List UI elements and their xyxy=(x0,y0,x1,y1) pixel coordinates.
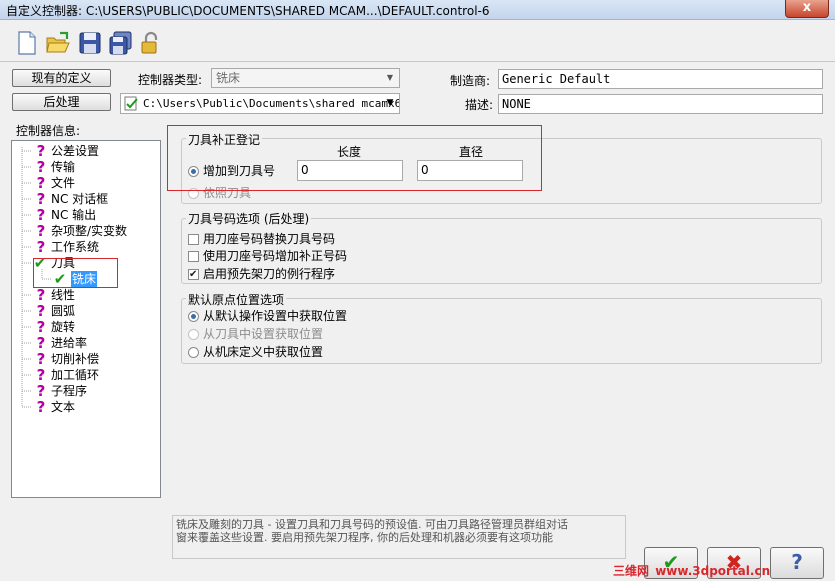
tree-item-transfer[interactable]: ? 传输 xyxy=(34,159,75,175)
controller-type-label: 控制器类型: xyxy=(138,73,203,87)
controller-info-tree[interactable]: ? 公差设置 ? 传输 ? 文件 ? NC 对话框 ? NC 输出 ? 杂项整/实变数 ? 工… xyxy=(11,140,161,498)
close-button[interactable]: x xyxy=(785,0,829,18)
title-bar: 自定义控制器: C:\USERS\PUBLIC\DOCUMENTS\SHARED… xyxy=(0,0,835,20)
tree-item-cutter-comp[interactable]: ? 切削补偿 xyxy=(34,351,99,367)
manufacturer-field[interactable]: Generic Default xyxy=(498,69,823,89)
window-title: 自定义控制器: C:\USERS\PUBLIC\DOCUMENTS\SHARED… xyxy=(6,4,490,18)
tree-item-subprogram[interactable]: ? 子程序 xyxy=(34,383,87,399)
home-from-machine-radio[interactable]: 从机床定义中获取位置 xyxy=(188,344,323,360)
watermark-cn: 三维网 xyxy=(613,564,650,578)
tree-item-nc-dialog[interactable]: ? NC 对话框 xyxy=(34,190,109,208)
post-processor-button[interactable]: 后处理 xyxy=(12,93,111,111)
tree-item-arc[interactable]: ? 圆弧 xyxy=(34,303,75,319)
pre-stage-tool-checkbox[interactable]: 启用预先架刀的例行程序 xyxy=(188,266,335,283)
question-icon: ? xyxy=(36,174,46,192)
existing-definitions-button[interactable]: 现有的定义 xyxy=(12,69,111,87)
question-icon: ? xyxy=(36,238,46,256)
replace-tool-number-checkbox[interactable]: 用刀座号码替换刀具号码 xyxy=(188,231,335,247)
description-label: 描述: xyxy=(465,98,494,112)
tree-item-linear[interactable]: ? 线性 xyxy=(34,287,75,303)
radio-icon xyxy=(188,311,199,322)
post-file-check-icon xyxy=(124,96,138,111)
question-icon: ? xyxy=(36,318,46,336)
tree-item-rotary[interactable]: ? 旋转 xyxy=(34,319,75,335)
help-text-box: 铣床及雕刻的刀具 - 设置刀具和刀具号码的预设值. 可由刀具路径管理员群组对话 … xyxy=(172,515,626,559)
chevron-down-icon: ▼ xyxy=(386,98,394,108)
question-icon: ? xyxy=(36,302,46,320)
tree-item-nc-output[interactable]: ? NC 输出 xyxy=(34,206,97,224)
description-field[interactable]: NONE xyxy=(498,94,823,114)
tool-comp-highlight-annotation xyxy=(167,125,542,191)
watermark-url: www.3dportal.cn xyxy=(655,564,771,578)
checkbox-icon xyxy=(188,251,199,262)
new-file-icon[interactable] xyxy=(14,30,40,56)
tree-item-text[interactable]: ? 文本 xyxy=(34,399,75,415)
tree-highlight-annotation xyxy=(33,258,118,288)
help-text-line-2: 窗来覆盖这些设置. 要启用预先架刀程序, 你的后处理和机器必须要有这项功能 xyxy=(176,531,553,544)
home-from-defaults-radio[interactable]: 从默认操作设置中获取位置 xyxy=(188,308,347,324)
question-icon: ? xyxy=(36,382,46,400)
question-icon: ? xyxy=(36,398,46,416)
post-path-value: C:\Users\Public\Documents\shared mcamx6' xyxy=(143,97,400,110)
save-icon[interactable] xyxy=(77,30,103,56)
tree-item-work-system[interactable]: ? 工作系统 xyxy=(34,239,99,255)
controller-info-label: 控制器信息: xyxy=(16,124,81,138)
tree-item-tolerance[interactable]: ? 公差设置 xyxy=(34,143,99,159)
manufacturer-label: 制造商: xyxy=(450,74,491,88)
watermark: 三维网 www.3dportal.cn xyxy=(613,561,835,581)
tree-item-file[interactable]: ? 文件 xyxy=(34,175,75,191)
question-icon: ? xyxy=(36,366,46,384)
checkbox-icon xyxy=(188,267,199,283)
radio-icon xyxy=(188,329,199,340)
question-icon: ? xyxy=(36,142,46,160)
tree-item-cycles[interactable]: ? 加工循环 xyxy=(34,367,99,383)
question-icon: ? xyxy=(36,190,46,208)
open-folder-icon[interactable] xyxy=(45,30,71,56)
post-path-select[interactable]: C:\Users\Public\Documents\shared mcamx6'… xyxy=(120,93,400,114)
question-icon: ? xyxy=(36,334,46,352)
save-as-icon[interactable] xyxy=(108,30,134,56)
tool-number-title: 刀具号码选项 (后处理) xyxy=(186,210,312,227)
home-position-title: 默认原点位置选项 xyxy=(186,291,287,308)
home-from-tool-radio[interactable]: 从刀具中设置获取位置 xyxy=(188,326,323,342)
help-text-line-1: 铣床及雕刻的刀具 - 设置刀具和刀具号码的预设值. 可由刀具路径管理员群组对话 xyxy=(176,518,568,531)
question-icon: ? xyxy=(36,222,46,240)
question-icon: ? xyxy=(36,206,46,224)
radio-icon xyxy=(188,347,199,358)
question-icon: ? xyxy=(36,158,46,176)
tree-item-misc-vars[interactable]: ? 杂项整/实变数 xyxy=(34,223,127,239)
toolbar xyxy=(0,20,835,62)
controller-type-value: 铣床 xyxy=(216,71,241,85)
checkbox-icon xyxy=(188,234,199,245)
chevron-down-icon: ▼ xyxy=(386,73,394,82)
tree-item-feedrate[interactable]: ? 进给率 xyxy=(34,335,87,351)
controller-type-select[interactable]: 铣床 ▼ xyxy=(211,68,400,88)
increment-offset-checkbox[interactable]: 使用刀座号码增加补正号码 xyxy=(188,248,347,264)
question-icon: ? xyxy=(36,350,46,368)
question-icon: ? xyxy=(36,286,46,304)
lock-icon[interactable] xyxy=(138,30,164,56)
